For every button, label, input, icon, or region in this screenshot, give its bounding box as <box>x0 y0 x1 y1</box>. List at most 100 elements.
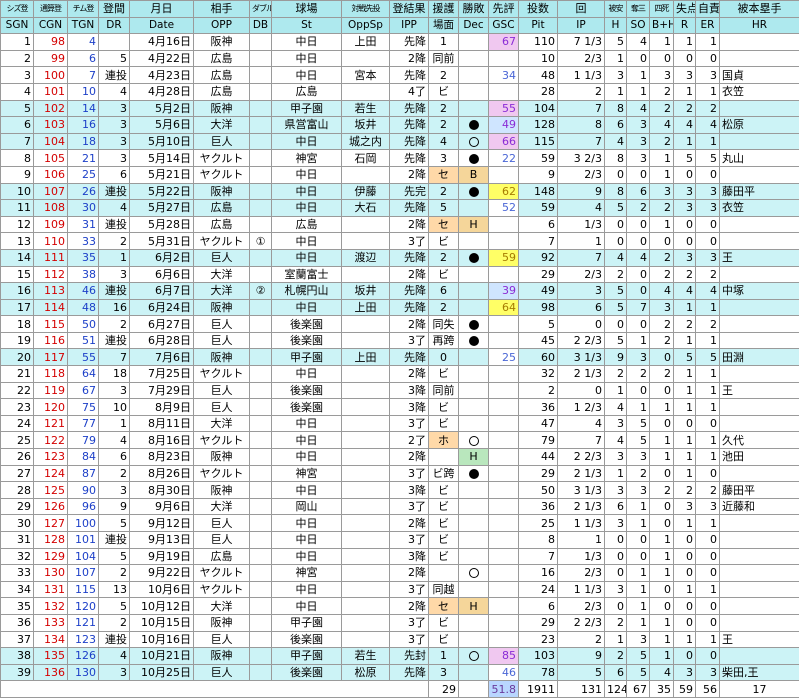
cell-bb: 0 <box>650 233 674 250</box>
cell-so: 0 <box>627 50 650 67</box>
total-pit: 1911 <box>519 681 558 698</box>
header-en-6: DB <box>250 17 272 34</box>
cell-r: 5 <box>674 349 696 366</box>
cell-r: 0 <box>674 548 696 565</box>
cell-opp: ヤクルト <box>194 366 250 383</box>
cell-h: 4 <box>605 133 627 150</box>
cell-dec <box>459 399 489 416</box>
cell-h: 2 <box>605 648 627 665</box>
cell-so: 2 <box>627 465 650 482</box>
cell-opp: 大洋 <box>194 415 250 432</box>
cell-tgn: 55 <box>68 349 99 366</box>
cell-tgn: 51 <box>68 332 99 349</box>
cell-ip: 2 1/3 <box>558 366 605 383</box>
cell-so: 3 <box>627 482 650 499</box>
cell-dec <box>459 515 489 532</box>
cell-sgn: 34 <box>1 581 34 598</box>
cell-r: 3 <box>674 200 696 217</box>
cell-ip: 2/3 <box>558 565 605 582</box>
cell-st: 後楽園 <box>272 631 342 648</box>
table-row: 41011044月28日広島広島4了ビ28211211衣笠 <box>1 83 799 100</box>
cell-sgn: 21 <box>1 366 34 383</box>
cell-cgn: 105 <box>34 150 68 167</box>
cell-so: 0 <box>627 532 650 549</box>
cell-ipp: 先降 <box>390 200 429 217</box>
cell-gsc <box>489 316 519 333</box>
cell-date: 5月22日 <box>130 183 194 200</box>
cell-gsc <box>489 50 519 67</box>
cell-date: 9月6日 <box>130 498 194 515</box>
cell-gsc <box>489 565 519 582</box>
cell-st: 甲子園 <box>272 614 342 631</box>
cell-oppsp <box>342 614 390 631</box>
cell-dr: 10 <box>99 399 130 416</box>
cell-gsc <box>489 631 519 648</box>
cell-tgn: 77 <box>68 415 99 432</box>
cell-dec <box>459 233 489 250</box>
table-row: 1010726連投5月22日阪神中日伊藤先完262148986333藤田平 <box>1 183 799 200</box>
cell-scene: ビ <box>429 482 459 499</box>
cell-scene: セ <box>429 598 459 615</box>
header-en-7: St <box>272 17 342 34</box>
cell-dec <box>459 266 489 283</box>
cell-opp: 広島 <box>194 548 250 565</box>
cell-ip: 8 <box>558 117 605 134</box>
cell-db <box>250 67 272 84</box>
cell-sgn: 23 <box>1 399 34 416</box>
cell-h: 5 <box>605 200 627 217</box>
cell-h: 1 <box>605 83 627 100</box>
cell-db <box>250 548 272 565</box>
header-jp-2: チム登 <box>68 1 99 18</box>
loss-mark-icon <box>469 253 479 263</box>
cell-st: 中日 <box>272 366 342 383</box>
cell-tgn: 46 <box>68 283 99 300</box>
cell-oppsp: 伊藤 <box>342 183 390 200</box>
cell-h: 5 <box>605 332 627 349</box>
total-r: 59 <box>674 681 696 698</box>
cell-st: 甲子園 <box>272 100 342 117</box>
cell-r: 0 <box>674 565 696 582</box>
cell-oppsp <box>342 50 390 67</box>
cell-er: 0 <box>696 166 720 183</box>
cell-dr: 連投 <box>99 183 130 200</box>
cell-r: 1 <box>674 332 696 349</box>
cell-hr <box>720 465 799 482</box>
cell-dec <box>459 349 489 366</box>
cell-pit: 110 <box>519 34 558 51</box>
cell-dr: 3 <box>99 382 130 399</box>
cell-db <box>250 349 272 366</box>
cell-scene: セ <box>429 166 459 183</box>
cell-opp: ヤクルト <box>194 233 250 250</box>
cell-pit: 48 <box>519 67 558 84</box>
cell-gsc: 85 <box>489 648 519 665</box>
cell-ip: 2 2/3 <box>558 332 605 349</box>
cell-oppsp: 若生 <box>342 648 390 665</box>
table-row: 299654月22日広島中日2降同前102/310000 <box>1 50 799 67</box>
cell-er: 0 <box>696 598 720 615</box>
cell-bb: 0 <box>650 498 674 515</box>
cell-date: 7月25日 <box>130 366 194 383</box>
cell-sgn: 14 <box>1 249 34 266</box>
cell-sgn: 16 <box>1 283 34 300</box>
header-en-20: HR <box>720 17 799 34</box>
cell-er: 1 <box>696 34 720 51</box>
header-jp-8: 対戦先投 <box>342 1 390 18</box>
cell-oppsp: 大石 <box>342 200 390 217</box>
cell-er: 1 <box>696 299 720 316</box>
cell-db <box>250 34 272 51</box>
cell-dec <box>459 648 489 665</box>
cell-gsc <box>489 515 519 532</box>
cell-st: 中日 <box>272 581 342 598</box>
cell-sgn: 3 <box>1 67 34 84</box>
header-jp-7: 球場 <box>272 1 342 18</box>
cell-date: 5月28日 <box>130 216 194 233</box>
cell-r: 4 <box>674 283 696 300</box>
cell-dr: 3 <box>99 482 130 499</box>
header-jp-11: 勝敗 <box>459 1 489 18</box>
cell-ipp: 先降 <box>390 100 429 117</box>
cell-db <box>250 631 272 648</box>
cell-scene: ビ <box>429 614 459 631</box>
cell-ip: 6 <box>558 299 605 316</box>
cell-oppsp <box>342 449 390 466</box>
cell-sgn: 6 <box>1 117 34 134</box>
